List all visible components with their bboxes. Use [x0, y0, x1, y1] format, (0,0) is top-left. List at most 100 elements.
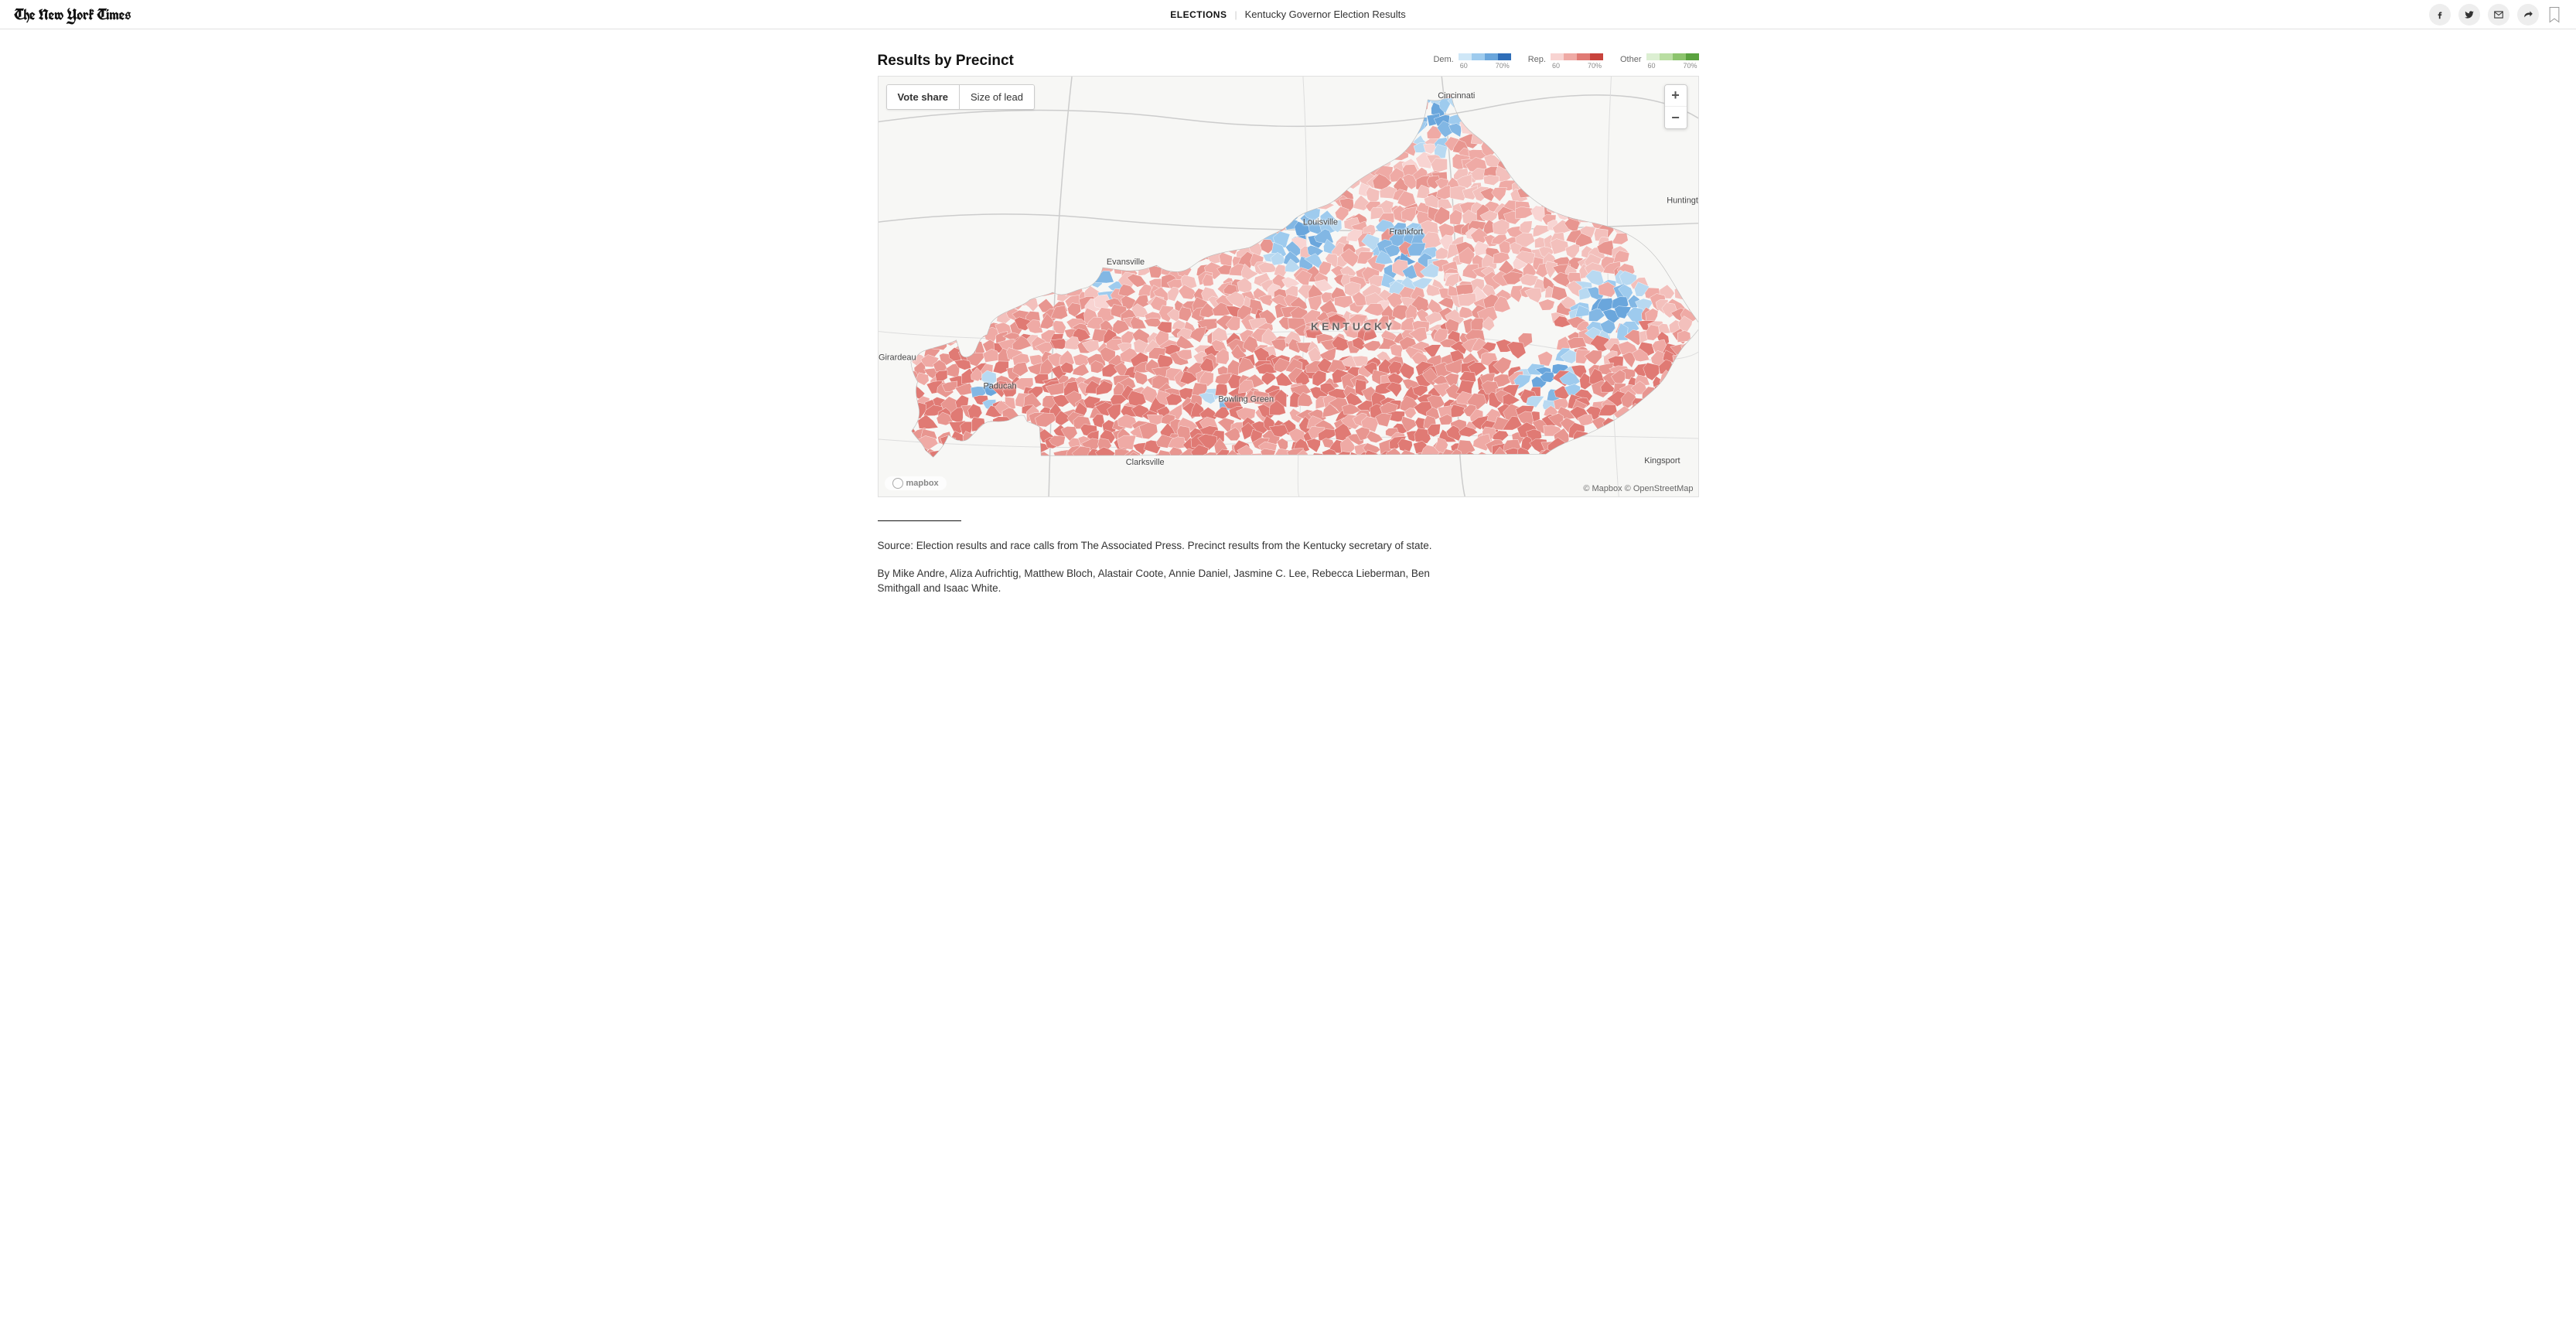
precinct[interactable] — [1109, 244, 1124, 258]
precinct[interactable] — [909, 316, 924, 330]
precinct[interactable] — [1321, 145, 1335, 159]
precinct[interactable] — [1643, 128, 1660, 139]
precinct[interactable] — [1237, 107, 1254, 120]
precinct[interactable] — [940, 179, 954, 194]
precinct[interactable] — [1674, 365, 1688, 377]
precinct[interactable] — [1230, 214, 1247, 228]
precinct[interactable] — [948, 234, 960, 247]
precinct[interactable] — [1503, 107, 1523, 121]
precinct[interactable] — [1247, 200, 1266, 212]
precinct[interactable] — [1077, 188, 1090, 200]
precinct[interactable] — [1050, 241, 1066, 256]
precinct[interactable] — [1390, 106, 1407, 118]
precinct[interactable] — [1350, 124, 1367, 139]
precinct[interactable] — [1248, 453, 1264, 466]
precinct[interactable] — [1626, 101, 1641, 114]
precinct[interactable] — [1643, 169, 1659, 182]
precinct[interactable] — [1471, 131, 1489, 145]
precinct[interactable] — [1544, 134, 1557, 149]
precinct[interactable] — [947, 295, 968, 307]
precinct[interactable] — [1560, 191, 1579, 206]
precinct[interactable] — [1483, 175, 1500, 185]
precinct[interactable] — [900, 145, 921, 159]
precinct[interactable] — [898, 139, 913, 151]
precinct[interactable] — [1001, 204, 1018, 217]
precinct[interactable] — [1575, 132, 1592, 145]
precinct[interactable] — [1281, 148, 1291, 161]
precinct[interactable] — [1022, 239, 1037, 255]
precinct[interactable] — [1564, 141, 1580, 155]
precinct[interactable] — [1015, 200, 1033, 213]
precinct[interactable] — [1284, 187, 1298, 199]
precinct[interactable] — [1049, 114, 1066, 126]
precinct[interactable] — [1240, 133, 1256, 148]
precinct[interactable] — [1339, 93, 1360, 105]
precinct[interactable] — [1398, 450, 1418, 466]
precinct[interactable] — [1141, 208, 1155, 220]
precinct[interactable] — [907, 281, 925, 295]
precinct[interactable] — [1216, 225, 1237, 236]
precinct[interactable] — [992, 130, 1012, 143]
email-icon[interactable] — [2488, 4, 2509, 26]
precinct[interactable] — [991, 425, 1010, 437]
precinct[interactable] — [1661, 402, 1677, 416]
precinct[interactable] — [1578, 92, 1598, 105]
precinct[interactable] — [996, 225, 1011, 237]
precinct[interactable] — [1152, 88, 1171, 104]
precinct[interactable] — [1016, 135, 1031, 148]
precinct[interactable] — [926, 165, 944, 180]
precinct[interactable] — [943, 288, 961, 303]
precinct[interactable] — [1165, 144, 1182, 154]
precinct[interactable] — [954, 198, 968, 212]
precinct[interactable] — [1134, 128, 1154, 146]
precinct[interactable] — [1578, 211, 1593, 223]
precinct[interactable] — [1165, 94, 1181, 107]
precinct[interactable] — [1277, 202, 1291, 214]
precinct[interactable] — [1237, 206, 1256, 219]
precinct[interactable] — [911, 264, 924, 281]
precinct[interactable] — [1136, 90, 1151, 102]
precinct[interactable] — [1039, 189, 1059, 202]
precinct[interactable] — [973, 111, 990, 128]
precinct[interactable] — [1015, 276, 1031, 292]
precinct[interactable] — [1600, 181, 1616, 196]
precinct[interactable] — [904, 289, 919, 301]
precinct[interactable] — [1134, 186, 1151, 200]
precinct[interactable] — [1684, 422, 1697, 440]
precinct[interactable] — [1261, 137, 1278, 148]
precinct[interactable] — [1681, 353, 1697, 365]
precinct[interactable] — [1028, 455, 1044, 468]
precinct[interactable] — [1015, 186, 1027, 199]
precinct[interactable] — [954, 181, 971, 196]
precinct[interactable] — [1672, 262, 1691, 275]
precinct[interactable] — [1357, 108, 1377, 125]
precinct[interactable] — [988, 246, 1005, 261]
precinct[interactable] — [1401, 111, 1416, 126]
precinct[interactable] — [1100, 221, 1114, 234]
precinct[interactable] — [1043, 135, 1059, 148]
precinct[interactable] — [1646, 210, 1665, 226]
precinct[interactable] — [1167, 165, 1185, 179]
precinct[interactable] — [1565, 197, 1581, 210]
precinct[interactable] — [946, 121, 962, 135]
precinct[interactable] — [1164, 220, 1183, 234]
precinct[interactable] — [1278, 86, 1295, 101]
precinct[interactable] — [1015, 172, 1032, 186]
precinct[interactable] — [1220, 169, 1233, 181]
precinct[interactable] — [939, 241, 954, 255]
precinct[interactable] — [1250, 131, 1268, 143]
precinct[interactable] — [1117, 177, 1136, 193]
precinct[interactable] — [952, 326, 969, 342]
precinct[interactable] — [959, 283, 974, 298]
precinct[interactable] — [1588, 180, 1605, 193]
precinct[interactable] — [1611, 121, 1627, 137]
precinct[interactable] — [1545, 114, 1562, 128]
precinct[interactable] — [1052, 230, 1066, 244]
precinct[interactable] — [1238, 177, 1255, 193]
precinct[interactable] — [898, 449, 911, 462]
precinct[interactable] — [1099, 187, 1115, 204]
precinct[interactable] — [1083, 128, 1102, 146]
precinct[interactable] — [1167, 102, 1183, 116]
precinct[interactable] — [1357, 155, 1370, 170]
precinct[interactable] — [1180, 230, 1194, 244]
